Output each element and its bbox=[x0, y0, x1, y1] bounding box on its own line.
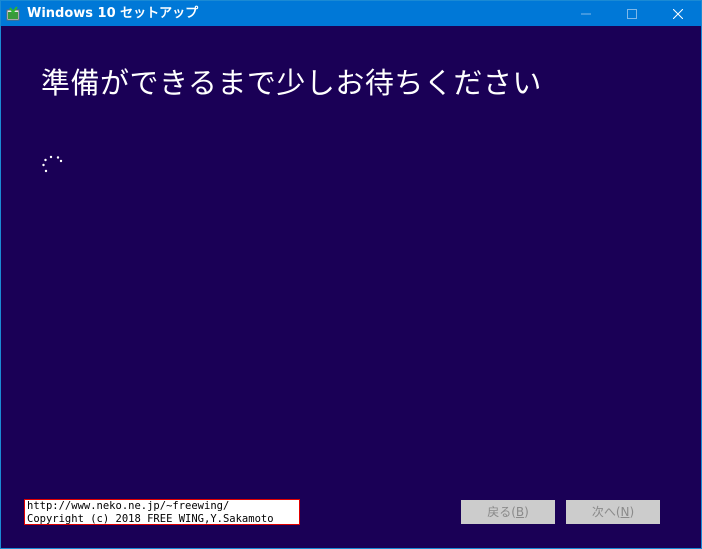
watermark-url: http://www.neko.ne.jp/~freewing/ bbox=[27, 500, 230, 512]
back-button[interactable]: 戻る(B) bbox=[461, 500, 555, 524]
next-button-suffix: ) bbox=[629, 505, 635, 519]
back-button-label: 戻る( bbox=[487, 505, 516, 519]
next-button-label: 次へ( bbox=[591, 505, 621, 519]
back-button-accel: B bbox=[515, 505, 525, 519]
close-icon bbox=[673, 8, 683, 19]
copyright-watermark: http://www.neko.ne.jp/~freewing/ Copyrig… bbox=[24, 499, 300, 525]
page-title: 準備ができるまで少しお待ちください bbox=[41, 66, 542, 100]
maximize-icon bbox=[627, 8, 637, 19]
close-button[interactable] bbox=[655, 1, 701, 26]
maximize-button[interactable] bbox=[609, 1, 655, 26]
minimize-button[interactable] bbox=[563, 1, 609, 26]
title-bar[interactable]: Windows 10 セットアップ bbox=[1, 1, 701, 26]
minimize-icon bbox=[581, 13, 591, 14]
next-button[interactable]: 次へ(N) bbox=[566, 500, 660, 524]
setup-content: 準備ができるまで少しお待ちください http://www.neko.ne.jp/… bbox=[1, 26, 701, 549]
back-button-suffix: ) bbox=[524, 505, 529, 519]
window-title: Windows 10 セットアップ bbox=[27, 6, 199, 21]
watermark-copyright: Copyright (c) 2018 FREE WING,Y.Sakamoto bbox=[27, 513, 274, 525]
loading-spinner-icon bbox=[39, 151, 67, 179]
setup-window: Windows 10 セットアップ 準備ができるまで少しお待ちください http… bbox=[0, 0, 702, 549]
setup-app-icon bbox=[6, 6, 21, 21]
